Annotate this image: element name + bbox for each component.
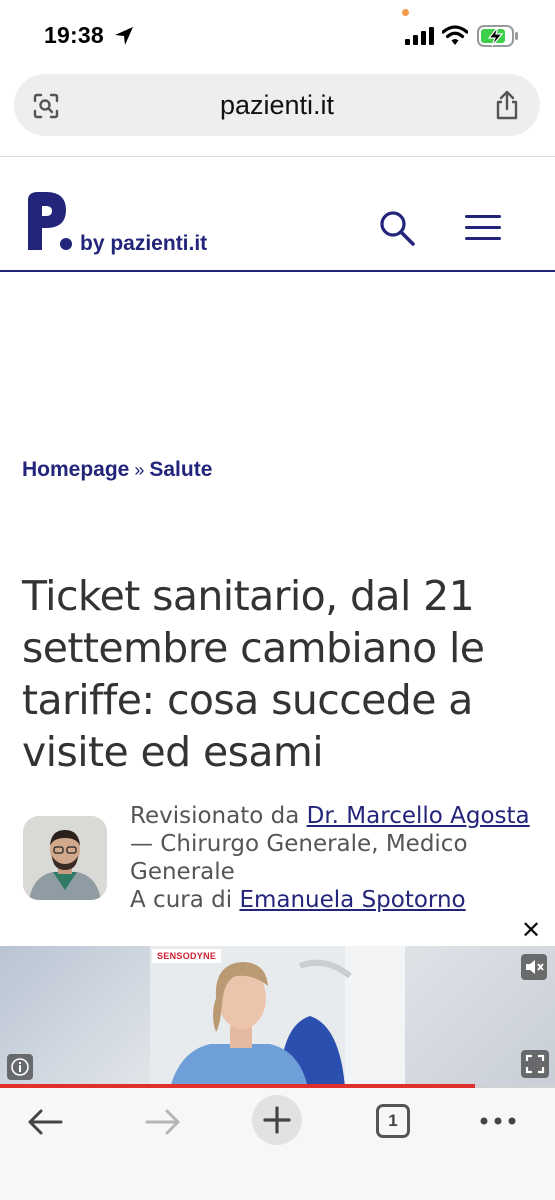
fullscreen-icon[interactable] <box>521 1050 549 1078</box>
cellular-signal-icon <box>405 27 434 45</box>
new-tab-button[interactable] <box>252 1095 302 1145</box>
logo-byline[interactable]: by pazienti.it <box>80 232 207 256</box>
share-icon[interactable] <box>495 90 519 120</box>
privacy-indicator-dot <box>402 9 409 16</box>
mute-icon[interactable] <box>521 954 547 980</box>
status-time: 19:38 <box>44 22 104 48</box>
reviewer-avatar <box>23 816 107 900</box>
ad-info-icon[interactable] <box>7 1054 33 1080</box>
site-header: by pazienti.it <box>0 157 555 272</box>
pazienti-logo-icon <box>28 192 72 250</box>
plus-icon <box>263 1106 291 1134</box>
reviewer-link[interactable]: Dr. Marcello Agosta <box>307 803 530 829</box>
browser-toolbar: 1 <box>0 1088 555 1200</box>
ad-dentist-image <box>150 946 405 1088</box>
author-info: Revisionato da Dr. Marcello Agosta — Chi… <box>130 802 535 914</box>
header-divider <box>0 270 555 272</box>
location-arrow-icon <box>115 27 133 45</box>
back-arrow-icon[interactable] <box>27 1108 63 1136</box>
breadcrumb-salute[interactable]: Salute <box>149 458 212 481</box>
hamburger-menu-icon[interactable] <box>465 215 501 241</box>
breadcrumb-separator: » <box>134 460 145 480</box>
battery-charging-icon <box>477 25 518 47</box>
breadcrumb-homepage[interactable]: Homepage <box>22 458 129 481</box>
ad-video-frame <box>150 946 405 1088</box>
address-bar[interactable]: pazienti.it <box>14 74 540 136</box>
reviewer-role: — Chirurgo Generale, Medico Generale <box>130 831 468 885</box>
url-domain[interactable]: pazienti.it <box>14 90 540 121</box>
article-title: Ticket sanitario, dal 21 settembre cambi… <box>22 572 485 776</box>
ad-close-button[interactable]: ✕ <box>507 910 555 950</box>
author-label: A cura di <box>130 887 233 913</box>
forward-arrow-icon[interactable] <box>145 1108 181 1136</box>
more-options-icon[interactable] <box>480 1116 516 1126</box>
wifi-icon <box>442 25 468 45</box>
video-ad[interactable]: SENSODYNE <box>0 946 555 1088</box>
search-icon[interactable] <box>378 209 416 247</box>
status-bar: 19:38 <box>0 0 555 72</box>
site-logo[interactable] <box>26 190 74 257</box>
tab-switcher-button[interactable]: 1 <box>376 1104 410 1138</box>
breadcrumb: Homepage» Salute <box>22 458 212 482</box>
author-link[interactable]: Emanuela Spotorno <box>239 887 465 913</box>
reviewed-by-label: Revisionato da <box>130 803 300 829</box>
ad-brand-label: SENSODYNE <box>152 949 222 963</box>
